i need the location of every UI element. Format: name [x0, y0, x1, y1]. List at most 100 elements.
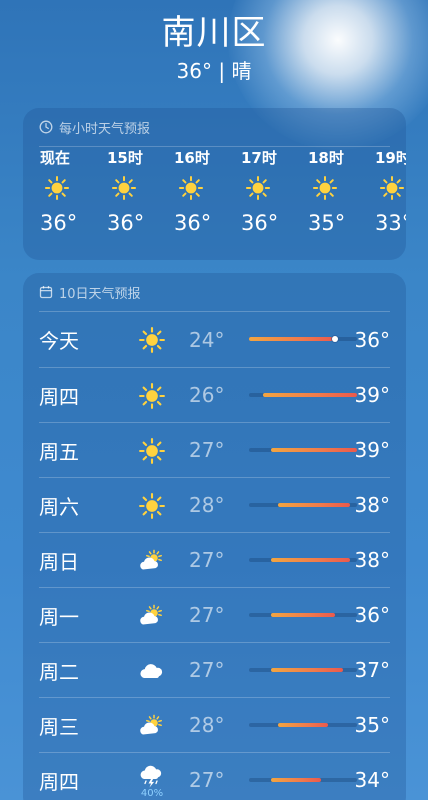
- daily-forecast-header: 10日天气预报: [23, 273, 406, 311]
- low-temp: 27°: [189, 658, 225, 682]
- hourly-time: 19时: [375, 149, 406, 167]
- hourly-temp: 33°: [375, 211, 406, 235]
- low-temp: 26°: [189, 383, 225, 407]
- hourly-temp: 35°: [308, 211, 346, 235]
- sun-icon: [135, 320, 169, 360]
- daily-forecast-title: 10日天气预报: [59, 286, 141, 302]
- hourly-list[interactable]: 现在 36° 15时 36° 16时 36° 17时 36° 18时 35° 19时 33°: [40, 148, 406, 238]
- day-name: 周五: [39, 439, 79, 464]
- hourly-forecast-header: 每小时天气预报: [23, 108, 406, 146]
- daily-row[interactable]: 周日 27° 38°: [39, 532, 390, 587]
- low-temp: 28°: [189, 493, 225, 517]
- daily-row[interactable]: 周四 26° 39°: [39, 367, 390, 422]
- high-temp: 39°: [354, 438, 390, 462]
- low-temp: 27°: [189, 603, 225, 627]
- current-summary: 36° | 晴: [176, 59, 252, 83]
- daily-row[interactable]: 周五 27° 39°: [39, 422, 390, 477]
- temp-range-bar: [270, 778, 321, 782]
- day-name: 周四: [39, 384, 79, 409]
- hourly-item: 19时 33°: [375, 148, 406, 238]
- location-header: 南川区 36° | 晴: [0, 10, 428, 84]
- sun-icon: [135, 431, 169, 471]
- day-name: 周六: [39, 494, 79, 519]
- daily-row[interactable]: 周一 27° 36°: [39, 587, 390, 642]
- high-temp: 34°: [354, 768, 390, 792]
- temp-range-track: [249, 778, 357, 782]
- temp-range-bar: [270, 558, 350, 562]
- low-temp: 24°: [189, 327, 225, 352]
- hourly-time: 现在: [40, 149, 71, 167]
- hourly-forecast-title: 每小时天气预报: [59, 121, 151, 137]
- high-temp: 38°: [354, 548, 390, 572]
- clock-icon: [39, 120, 53, 134]
- low-temp: 27°: [189, 548, 225, 572]
- hourly-temp: 36°: [40, 211, 78, 235]
- temp-range-bar: [249, 337, 336, 341]
- hourly-temp: 36°: [174, 211, 212, 235]
- temp-range-track: [249, 668, 357, 672]
- current-temp-dot: [332, 336, 339, 342]
- daily-row[interactable]: 周二 27° 37°: [39, 642, 390, 697]
- sun-icon: [375, 168, 405, 208]
- low-temp: 28°: [189, 713, 225, 737]
- day-name: 周一: [39, 604, 79, 629]
- high-temp: 36°: [354, 327, 390, 352]
- hourly-item: 16时 36°: [174, 148, 241, 238]
- temp-range-bar: [277, 503, 350, 507]
- day-name: 周二: [39, 659, 79, 684]
- hourly-temp: 36°: [241, 211, 279, 235]
- hourly-temp: 36°: [107, 211, 145, 235]
- low-temp: 27°: [189, 438, 225, 462]
- daily-forecast-card[interactable]: 10日天气预报 今天 24° 36° 周四 26° 39° 周五 27° 39° 周六 28° 38°…: [23, 273, 406, 800]
- hourly-time: 16时: [174, 149, 210, 167]
- sun-icon: [174, 168, 204, 208]
- temp-range-bar: [270, 668, 343, 672]
- hourly-item: 17时 36°: [241, 148, 308, 238]
- high-temp: 38°: [354, 493, 390, 517]
- partly-cloudy-icon: [135, 541, 169, 581]
- hourly-divider: [39, 146, 390, 147]
- temp-range-bar: [270, 613, 336, 617]
- partly-cloudy-icon: [135, 596, 169, 636]
- hourly-item: 15时 36°: [107, 148, 174, 238]
- temp-range-track: [249, 723, 357, 727]
- hourly-item: 现在 36°: [40, 148, 107, 238]
- temp-range-track: [249, 558, 357, 562]
- hourly-time: 17时: [241, 149, 277, 167]
- thunderstorm-icon: 40%: [135, 761, 169, 800]
- day-name: 周四: [39, 769, 79, 794]
- day-name: 周日: [39, 549, 79, 574]
- daily-list[interactable]: 今天 24° 36° 周四 26° 39° 周五 27° 39° 周六 28° 38° 周日 27° 38°…: [23, 312, 406, 800]
- partly-cloudy-icon: [135, 706, 169, 746]
- temp-range-bar: [277, 723, 329, 727]
- day-name: 周三: [39, 714, 79, 739]
- cloud-icon: [135, 651, 169, 691]
- precip-chance: 40%: [140, 788, 164, 799]
- hourly-forecast-card[interactable]: 每小时天气预报 现在 36° 15时 36° 16时 36° 17时 36° 18时 35° 19时…: [23, 108, 406, 260]
- daily-row[interactable]: 周四 40% 27° 34°: [39, 752, 390, 800]
- temp-range-track: [249, 448, 357, 452]
- temp-range-bar: [270, 448, 357, 452]
- low-temp: 27°: [189, 768, 225, 792]
- temp-range-track: [249, 336, 357, 342]
- sun-icon: [135, 376, 169, 416]
- high-temp: 39°: [354, 383, 390, 407]
- sun-icon: [241, 168, 271, 208]
- daily-row[interactable]: 周三 28° 35°: [39, 697, 390, 752]
- daily-row[interactable]: 今天 24° 36°: [39, 312, 390, 367]
- sun-icon: [135, 486, 169, 526]
- hourly-time: 18时: [308, 149, 344, 167]
- city-name: 南川区: [161, 13, 267, 53]
- sun-icon: [308, 168, 338, 208]
- hourly-item: 18时 35°: [308, 148, 375, 238]
- temp-range-track: [249, 613, 357, 617]
- sun-icon: [40, 168, 70, 208]
- temp-range-track: [249, 503, 357, 507]
- calendar-icon: [39, 285, 53, 299]
- daily-row[interactable]: 周六 28° 38°: [39, 477, 390, 532]
- hourly-time: 15时: [107, 149, 143, 167]
- sun-icon: [107, 168, 137, 208]
- temp-range-bar: [263, 393, 357, 397]
- high-temp: 37°: [354, 658, 390, 682]
- high-temp: 35°: [354, 713, 390, 737]
